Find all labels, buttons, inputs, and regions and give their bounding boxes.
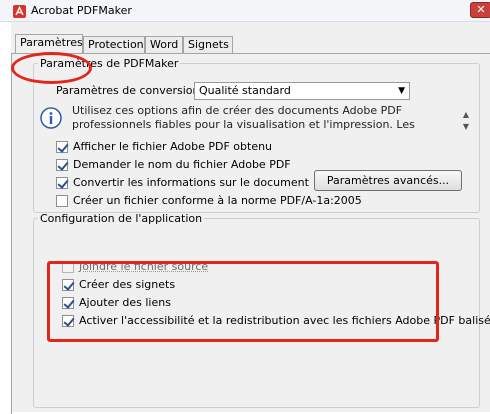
tab-divider [11, 53, 490, 54]
dialog-body: Paramètres Protection Word Signets Param… [11, 22, 490, 414]
advanced-settings-button[interactable]: Paramètres avancés... [314, 170, 462, 191]
conversion-description: Utilisez ces options afin de créer des d… [72, 104, 415, 131]
panel-border [11, 54, 12, 414]
checkbox-box[interactable] [56, 195, 68, 207]
checkbox-box[interactable] [56, 159, 68, 171]
window-title: Acrobat PDFMaker [31, 4, 132, 17]
tab-word[interactable]: Word [145, 36, 183, 53]
conversion-settings-select[interactable]: Qualité standard ▼ [194, 82, 410, 100]
tab-parametres[interactable]: Paramètres [15, 34, 83, 53]
app-config-legend: Configuration de l'application [40, 212, 203, 225]
conversion-label: Paramètres de conversion : [56, 84, 207, 97]
acrobat-icon [13, 5, 26, 18]
tab-signets[interactable]: Signets [183, 36, 233, 53]
scroll-up-icon[interactable]: ▲ [463, 110, 469, 119]
pdfmaker-settings-group: Paramètres de PDFMaker Paramètres de con… [33, 57, 480, 213]
annotation-highlight-box [47, 261, 439, 342]
checkbox-box[interactable] [56, 177, 68, 189]
chevron-down-icon: ▼ [398, 86, 405, 96]
info-icon [40, 107, 62, 129]
tab-protection[interactable]: Protection [83, 36, 145, 53]
close-icon: ✕ [476, 3, 486, 16]
title-bar: Acrobat PDFMaker ✕ [0, 0, 490, 22]
conversion-value: Qualité standard [199, 84, 291, 97]
annotation-highlight-ellipse [11, 52, 92, 84]
scroll-down-icon[interactable]: ▼ [463, 122, 469, 131]
close-button[interactable]: ✕ [470, 2, 490, 18]
checkbox-box[interactable] [56, 141, 68, 153]
